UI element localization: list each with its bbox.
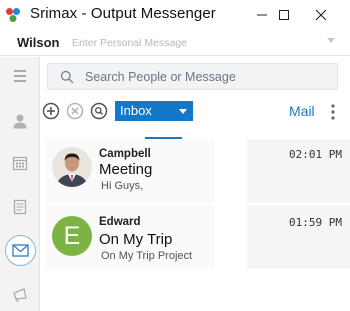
message-preview: On My Trip Project bbox=[101, 250, 193, 262]
personal-message-field[interactable]: Enter Personal Message bbox=[72, 37, 187, 49]
nav-mail[interactable] bbox=[5, 235, 36, 266]
folder-select[interactable]: Inbox bbox=[115, 101, 193, 121]
maximize-button[interactable] bbox=[268, 0, 300, 30]
message-preview: Hi Guys, bbox=[101, 180, 144, 192]
message-time: 02:01 PM bbox=[289, 148, 342, 161]
chevron-down-icon bbox=[179, 109, 187, 114]
message-subject: On My Trip bbox=[99, 231, 173, 248]
left-nav bbox=[0, 57, 40, 311]
message-sender: Edward bbox=[99, 216, 141, 228]
more-vertical-icon[interactable] bbox=[327, 103, 339, 121]
avatar bbox=[52, 147, 92, 187]
minimize-icon bbox=[257, 14, 267, 16]
nav-contacts[interactable] bbox=[6, 107, 34, 135]
nav-menu[interactable] bbox=[6, 62, 34, 90]
announcement-icon bbox=[13, 288, 27, 303]
message-time-column: 02:01 PM bbox=[247, 139, 350, 203]
nav-notes[interactable] bbox=[6, 193, 34, 221]
folder-select-value: Inbox bbox=[120, 103, 152, 118]
close-icon bbox=[315, 9, 327, 21]
title-bar: Srimax - Output Messenger bbox=[0, 0, 350, 30]
output-messenger-logo-icon bbox=[6, 8, 20, 22]
search-input[interactable] bbox=[85, 68, 330, 86]
maximize-icon bbox=[279, 10, 289, 20]
avatar: E bbox=[52, 216, 92, 256]
close-button[interactable] bbox=[305, 0, 337, 30]
mail-icon bbox=[12, 244, 29, 257]
message-sender: Campbell bbox=[99, 148, 151, 160]
search-icon[interactable] bbox=[90, 102, 108, 120]
user-icon bbox=[13, 114, 27, 129]
search-icon bbox=[60, 70, 74, 84]
notes-icon bbox=[13, 199, 27, 215]
calendar-icon bbox=[12, 156, 28, 171]
search-box[interactable] bbox=[47, 63, 338, 90]
message-time-column: 01:59 PM bbox=[247, 205, 350, 269]
nav-announcements[interactable] bbox=[6, 281, 34, 309]
avatar-letter: E bbox=[52, 216, 92, 256]
status-dropdown-icon[interactable] bbox=[327, 38, 335, 43]
message-item[interactable]: Campbell Meeting Hi Guys, 02:01 PM bbox=[46, 139, 350, 203]
window-title: Srimax - Output Messenger bbox=[30, 5, 216, 22]
hamburger-menu-icon bbox=[14, 70, 26, 82]
mail-link[interactable]: Mail bbox=[289, 103, 315, 119]
profile-bar: Wilson Enter Personal Message bbox=[0, 30, 350, 56]
message-item[interactable]: E Edward On My Trip On My Trip Project 0… bbox=[46, 205, 350, 269]
message-subject: Meeting bbox=[99, 161, 153, 178]
add-icon[interactable] bbox=[42, 102, 60, 120]
nav-calendar[interactable] bbox=[6, 149, 34, 177]
message-time: 01:59 PM bbox=[289, 216, 342, 229]
user-name: Wilson bbox=[17, 35, 60, 50]
avatar-photo bbox=[52, 147, 92, 187]
delete-icon[interactable] bbox=[66, 102, 84, 120]
